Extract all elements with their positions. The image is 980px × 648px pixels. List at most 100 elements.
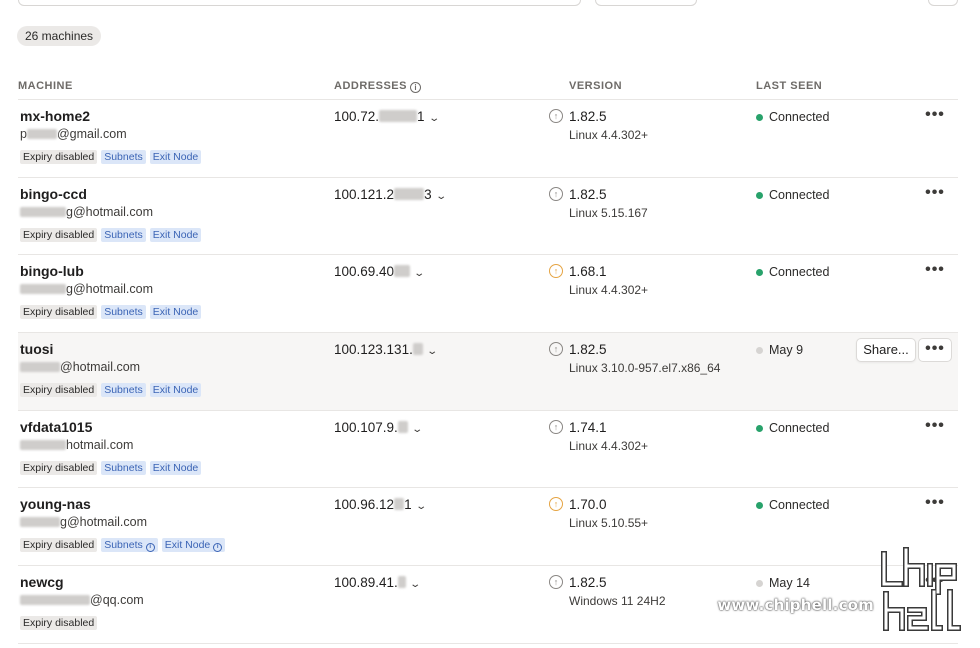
info-icon[interactable]: i <box>213 543 223 553</box>
machine-tag: Expiry disabled <box>20 460 98 475</box>
owner-email-suffix: @gmail.com <box>56 127 127 141</box>
machine-tag: Subnets <box>101 383 146 398</box>
machine-tag: Exit Node i <box>161 538 226 553</box>
more-options-icon[interactable]: ••• <box>918 105 952 129</box>
more-options-icon[interactable]: ••• <box>918 183 952 207</box>
machine-owner: g@hotmail.com <box>20 515 147 529</box>
machine-name[interactable]: young-nas <box>20 496 91 512</box>
arrow-up-circle-icon: ↑ <box>549 186 563 201</box>
more-options-icon[interactable]: ••• <box>918 571 952 595</box>
machine-tag-label: Exit Node <box>152 461 199 474</box>
address-tail: 3 <box>424 186 432 202</box>
machine-tag-label: Subnets <box>104 151 143 163</box>
machine-tag-label: Subnets <box>104 461 143 474</box>
address-text: 100.96.12 <box>334 497 395 513</box>
machine-name[interactable]: bingo-lub <box>20 263 84 279</box>
redacted-text <box>397 420 408 433</box>
machine-tags: Expiry disabled Subnets Exit Node <box>20 383 202 398</box>
address-tail: 1 <box>404 497 412 513</box>
chevron-down-icon[interactable]: ⌄ <box>413 268 425 279</box>
chevron-down-icon[interactable]: ⌄ <box>428 113 440 124</box>
owner-email-suffix: @qq.com <box>90 593 144 608</box>
machine-tag: Subnets <box>101 305 146 320</box>
table-row[interactable]: mx-home2 p @gmail.com Expiry disabled Subn… <box>18 100 958 178</box>
status-dot-icon <box>756 191 763 199</box>
machine-tag: Expiry disabled <box>20 305 98 320</box>
chevron-down-icon[interactable]: ⌄ <box>415 501 427 512</box>
machine-tag: Subnets <box>101 227 146 242</box>
machine-tag-label: Subnets <box>104 384 143 397</box>
machine-tags: Expiry disabled Subnets Exit Node <box>20 305 202 320</box>
machine-os: Linux 4.4.302+ <box>569 438 649 453</box>
redacted-text <box>20 595 90 606</box>
machine-tag: Exit Node <box>149 227 202 242</box>
machine-name[interactable]: tuosi <box>20 341 53 357</box>
status-dot-icon <box>756 114 763 121</box>
status-dot-icon <box>756 347 763 355</box>
last-seen-status: May 14 <box>769 576 810 591</box>
column-header-addresses-label: ADDRESSES <box>334 80 407 92</box>
machine-address[interactable]: 100.123.131. ⌄ <box>334 342 438 357</box>
column-header-version[interactable]: VERSION <box>569 80 622 92</box>
address-text: 100.107.9. <box>334 419 398 435</box>
table-row[interactable]: bingo-ccd g@hotmail.com Expiry disabled S… <box>18 178 958 256</box>
info-icon[interactable]: i <box>409 82 421 93</box>
address-text: 100.121.2 <box>334 186 395 202</box>
machine-address[interactable]: 100.121.2 3 ⌄ <box>334 186 447 202</box>
arrow-up-circle-icon: ↑ <box>549 342 563 357</box>
table-row[interactable]: tuosi @hotmail.com Expiry disabled Subnet… <box>18 333 958 411</box>
machine-address[interactable]: 100.96.12 1 ⌄ <box>334 497 427 513</box>
redacted-text <box>20 284 66 295</box>
redacted-text <box>26 129 57 139</box>
chevron-down-icon[interactable]: ⌄ <box>411 424 423 435</box>
table-row[interactable]: young-nas g@hotmail.com Expiry disabled S… <box>18 488 958 567</box>
column-header-last-seen[interactable]: LAST SEEN <box>756 80 822 92</box>
chevron-down-icon[interactable]: ⌄ <box>409 579 421 590</box>
chevron-down-icon[interactable]: ⌄ <box>435 191 447 202</box>
more-options-icon[interactable]: ••• <box>918 260 952 284</box>
status-dot-icon <box>756 424 763 432</box>
address-text: 100.69.40 <box>334 264 395 280</box>
machine-owner: p @gmail.com <box>20 127 127 141</box>
machine-tag: Exit Node <box>149 460 202 475</box>
machine-tag: Expiry disabled <box>20 150 98 164</box>
table-row[interactable]: bingo-lub g@hotmail.com Expiry disabled S… <box>18 255 958 334</box>
owner-email-suffix: hotmail.com <box>66 437 134 452</box>
machine-address[interactable]: 100.89.41. ⌄ <box>334 575 421 590</box>
machine-tag-label: Expiry disabled <box>23 384 95 397</box>
more-options-icon[interactable]: ••• <box>918 493 952 517</box>
machine-name[interactable]: vfdata1015 <box>20 419 92 435</box>
machine-tags: Expiry disabled Subnets i Exit Node i <box>20 538 226 553</box>
owner-email-suffix: g@hotmail.com <box>66 204 154 219</box>
owner-email-suffix: g@hotmail.com <box>60 515 148 530</box>
info-icon[interactable]: i <box>145 543 155 553</box>
filter-button[interactable] <box>595 0 697 6</box>
machine-version: 1.74.1 <box>569 419 607 435</box>
search-input[interactable] <box>18 0 581 6</box>
redacted-text <box>394 187 425 200</box>
machine-address[interactable]: 100.72. 1 ⌄ <box>334 109 440 124</box>
last-seen-status: Connected <box>769 420 830 435</box>
last-seen-status: Connected <box>769 498 830 513</box>
column-header-machine[interactable]: MACHINE <box>18 80 73 92</box>
machine-tag: Expiry disabled <box>20 538 98 553</box>
machine-owner: g@hotmail.com <box>20 282 153 296</box>
more-options-icon[interactable]: ••• <box>918 338 952 363</box>
machine-name[interactable]: bingo-ccd <box>20 186 87 202</box>
column-header-addresses[interactable]: ADDRESSES i <box>334 80 421 93</box>
machine-address[interactable]: 100.107.9. ⌄ <box>334 419 423 435</box>
chevron-down-icon[interactable]: ⌄ <box>426 346 438 357</box>
owner-prefix: p <box>20 127 27 141</box>
share-button[interactable]: Share... <box>856 338 916 363</box>
machine-name[interactable]: mx-home2 <box>20 108 90 124</box>
toolbar-action-button[interactable] <box>928 0 958 6</box>
redacted-text <box>412 343 423 356</box>
machine-address[interactable]: 100.69.40 ⌄ <box>334 264 425 280</box>
machine-version: 1.82.5 <box>569 109 607 124</box>
machine-tags: Expiry disabled Subnets Exit Node <box>20 460 202 475</box>
machine-tags: Expiry disabled Subnets Exit Node <box>20 150 202 164</box>
machine-name[interactable]: newcg <box>20 574 64 590</box>
table-row[interactable]: vfdata1015 hotmail.com Expiry disabled Su… <box>18 411 958 489</box>
more-options-icon[interactable]: ••• <box>918 416 952 440</box>
table-row[interactable]: newcg @qq.com Expiry disabled 100.89.41.… <box>18 566 958 644</box>
